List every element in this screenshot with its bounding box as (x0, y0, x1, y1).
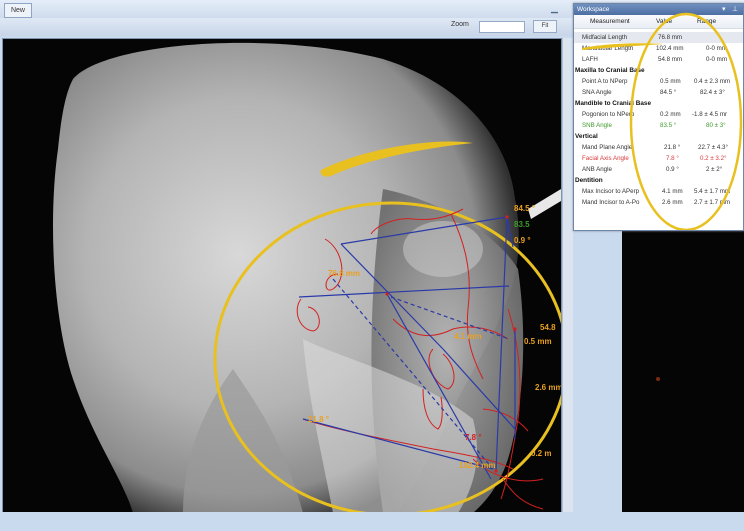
status-bar (0, 512, 744, 531)
fit-button[interactable]: Fit (533, 20, 557, 33)
minimize-icon[interactable]: ▁ (551, 3, 558, 14)
zoom-label: Zoom (451, 21, 469, 28)
label-anb: 0.9 ° (514, 236, 531, 245)
secondary-viewer[interactable] (622, 228, 744, 531)
viewer-scrollbar[interactable] (562, 38, 573, 512)
label-facial-axis: 7.8 ° (465, 433, 482, 442)
zoom-input[interactable] (479, 21, 525, 33)
label-max-incisor: 4.1 mm (454, 332, 482, 341)
annotation-ellipse-panel (582, 12, 743, 230)
viewer-toolbar: Zoom Fit (0, 18, 575, 36)
label-lafh: 54.8 (540, 323, 556, 332)
label-mand-incisor: 2.6 mm (535, 383, 562, 392)
label-midfacial-length: 76.8 mm (328, 269, 361, 278)
cursor-marker (656, 377, 660, 381)
label-mand-plane: 21.8 ° (308, 415, 329, 424)
label-point-a: 0.5 mm (524, 337, 552, 346)
label-pogonion: 0.2 m (531, 449, 552, 458)
label-snb: 83.5 (514, 220, 530, 229)
orbit-region (403, 221, 483, 277)
label-mandibular-length: 102.4 mm (459, 461, 496, 470)
xray-viewer[interactable]: 84.5 ° 83.5 0.9 ° 76.8 mm 4.1 mm 54.8 0.… (2, 38, 562, 514)
label-sna: 84.5 ° (514, 204, 535, 213)
tab-new[interactable]: New (4, 3, 32, 18)
workspace-panel: Workspace ▾ ⊥ Measurement Value Range Mi… (573, 3, 744, 231)
